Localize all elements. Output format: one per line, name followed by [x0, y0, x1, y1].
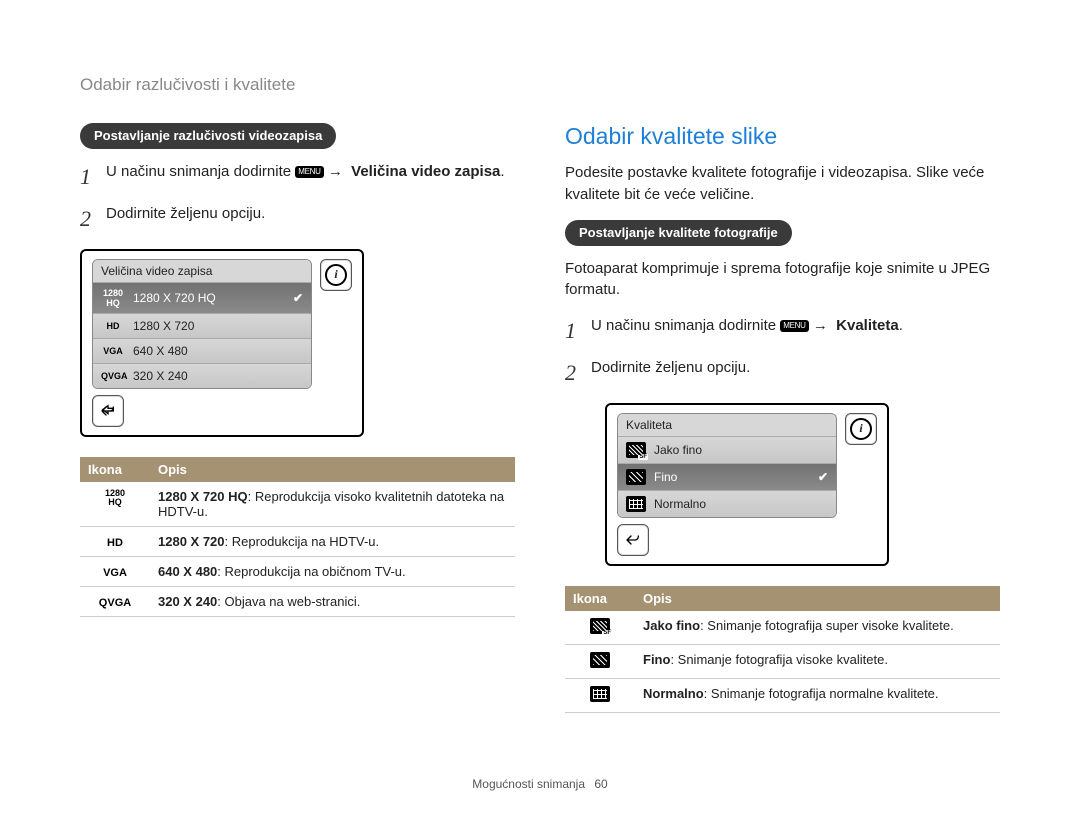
info-button[interactable]: i: [320, 259, 352, 291]
footer-section-label: Mogućnosti snimanja: [472, 777, 585, 791]
video-resolution-table: Ikona Opis 1280HQ 1280 X 720 HQ: Reprodu…: [80, 457, 515, 617]
menu-icon: MENU: [295, 166, 323, 178]
right-column: Odabir kvalitete slike Podesite postavke…: [565, 123, 1000, 713]
col-icon: Ikona: [80, 457, 150, 482]
step-number: 1: [565, 315, 591, 347]
step-number: 1: [80, 161, 106, 193]
table-row: Jako fino: Snimanje fotografija super vi…: [565, 611, 1000, 645]
check-icon: ✔: [818, 470, 828, 484]
table-header-row: Ikona Opis: [565, 586, 1000, 611]
table-row: QVGA 320 X 240: Objava na web-stranici.: [80, 586, 515, 616]
info-button[interactable]: i: [845, 413, 877, 445]
table-row: Normalno: Snimanje fotografija normalne …: [565, 678, 1000, 712]
left-column: Postavljanje razlučivosti videozapisa 1 …: [80, 123, 515, 713]
manual-page: Odabir razlučivosti i kvalitete Postavlj…: [0, 0, 1080, 815]
quality-table: Ikona Opis Jako fino: Snimanje fotografi…: [565, 586, 1000, 713]
info-icon: i: [325, 264, 347, 286]
back-icon: [100, 403, 116, 419]
check-icon: ✔: [293, 291, 303, 305]
option-superfine[interactable]: Jako fino: [618, 437, 836, 464]
back-icon: [625, 532, 641, 548]
quality-icon: [626, 469, 646, 485]
resolution-icon: VGA: [103, 568, 127, 579]
resolution-icon: HD: [101, 321, 125, 331]
table-row: VGA 640 X 480: Reprodukcija na običnom T…: [80, 556, 515, 586]
back-button[interactable]: [617, 524, 649, 556]
quality-icon: [590, 652, 610, 668]
option-fine[interactable]: Fino ✔: [618, 464, 836, 491]
resolution-icon: QVGA: [101, 371, 125, 381]
device-screenshot-quality: Kvaliteta Jako fino Fino ✔: [605, 403, 1000, 566]
step-1: 1 U načinu snimanja dodirnite MENU → Vel…: [80, 161, 515, 193]
quality-icon: [590, 686, 610, 702]
step-text: Dodirnite željenu opciju.: [591, 357, 1000, 379]
table-header-row: Ikona Opis: [80, 457, 515, 482]
step-text: Dodirnite željenu opciju.: [106, 203, 515, 225]
resolution-icon: 1280HQ: [101, 288, 125, 308]
section-pill-photo-quality: Postavljanje kvalitete fotografije: [565, 220, 792, 246]
step-2: 2 Dodirnite željenu opciju.: [80, 203, 515, 235]
menu-icon: MENU: [780, 320, 808, 332]
col-desc: Opis: [635, 586, 1000, 611]
resolution-icon: VGA: [101, 346, 125, 356]
two-column-layout: Postavljanje razlučivosti videozapisa 1 …: [80, 123, 1000, 713]
info-icon: i: [850, 418, 872, 440]
step-2: 2 Dodirnite željenu opciju.: [565, 357, 1000, 389]
section-pill-video-resolution: Postavljanje razlučivosti videozapisa: [80, 123, 336, 149]
breadcrumb: Odabir razlučivosti i kvalitete: [80, 75, 1000, 95]
intro-text: Podesite postavke kvalitete fotografije …: [565, 162, 1000, 206]
device-screenshot-video-size: Veličina video zapisa 1280HQ 1280 X 720 …: [80, 249, 515, 437]
resolution-icon: HD: [107, 538, 123, 549]
col-desc: Opis: [150, 457, 515, 482]
table-row: Fino: Snimanje fotografija visoke kvalit…: [565, 644, 1000, 678]
table-row: 1280HQ 1280 X 720 HQ: Reprodukcija visok…: [80, 482, 515, 527]
step-text: U načinu snimanja dodirnite MENU → Velič…: [106, 161, 515, 183]
section-heading: Odabir kvalitete slike: [565, 123, 1000, 150]
resolution-icon: QVGA: [99, 598, 131, 609]
step-number: 2: [565, 357, 591, 389]
option-1280x720[interactable]: HD 1280 X 720: [93, 314, 311, 339]
option-list: Kvaliteta Jako fino Fino ✔: [617, 413, 837, 518]
compression-text: Fotoaparat komprimuje i sprema fotografi…: [565, 258, 1000, 302]
resolution-icon: 1280HQ: [105, 489, 125, 507]
option-list: Veličina video zapisa 1280HQ 1280 X 720 …: [92, 259, 312, 389]
option-640x480[interactable]: VGA 640 X 480: [93, 339, 311, 364]
page-number: 60: [594, 777, 607, 791]
col-icon: Ikona: [565, 586, 635, 611]
device-frame: Veličina video zapisa 1280HQ 1280 X 720 …: [80, 249, 364, 437]
page-footer: Mogućnosti snimanja 60: [0, 777, 1080, 791]
quality-icon: [590, 618, 610, 634]
device-frame: Kvaliteta Jako fino Fino ✔: [605, 403, 889, 566]
quality-icon: [626, 496, 646, 512]
back-button[interactable]: [92, 395, 124, 427]
step-text: U načinu snimanja dodirnite MENU → Kvali…: [591, 315, 1000, 337]
option-list-title: Kvaliteta: [618, 414, 836, 437]
table-row: HD 1280 X 720: Reprodukcija na HDTV-u.: [80, 526, 515, 556]
option-list-title: Veličina video zapisa: [93, 260, 311, 283]
option-320x240[interactable]: QVGA 320 X 240: [93, 364, 311, 388]
step-number: 2: [80, 203, 106, 235]
option-normal[interactable]: Normalno: [618, 491, 836, 517]
quality-icon: [626, 442, 646, 458]
step-1: 1 U načinu snimanja dodirnite MENU → Kva…: [565, 315, 1000, 347]
option-1280x720hq[interactable]: 1280HQ 1280 X 720 HQ ✔: [93, 283, 311, 314]
